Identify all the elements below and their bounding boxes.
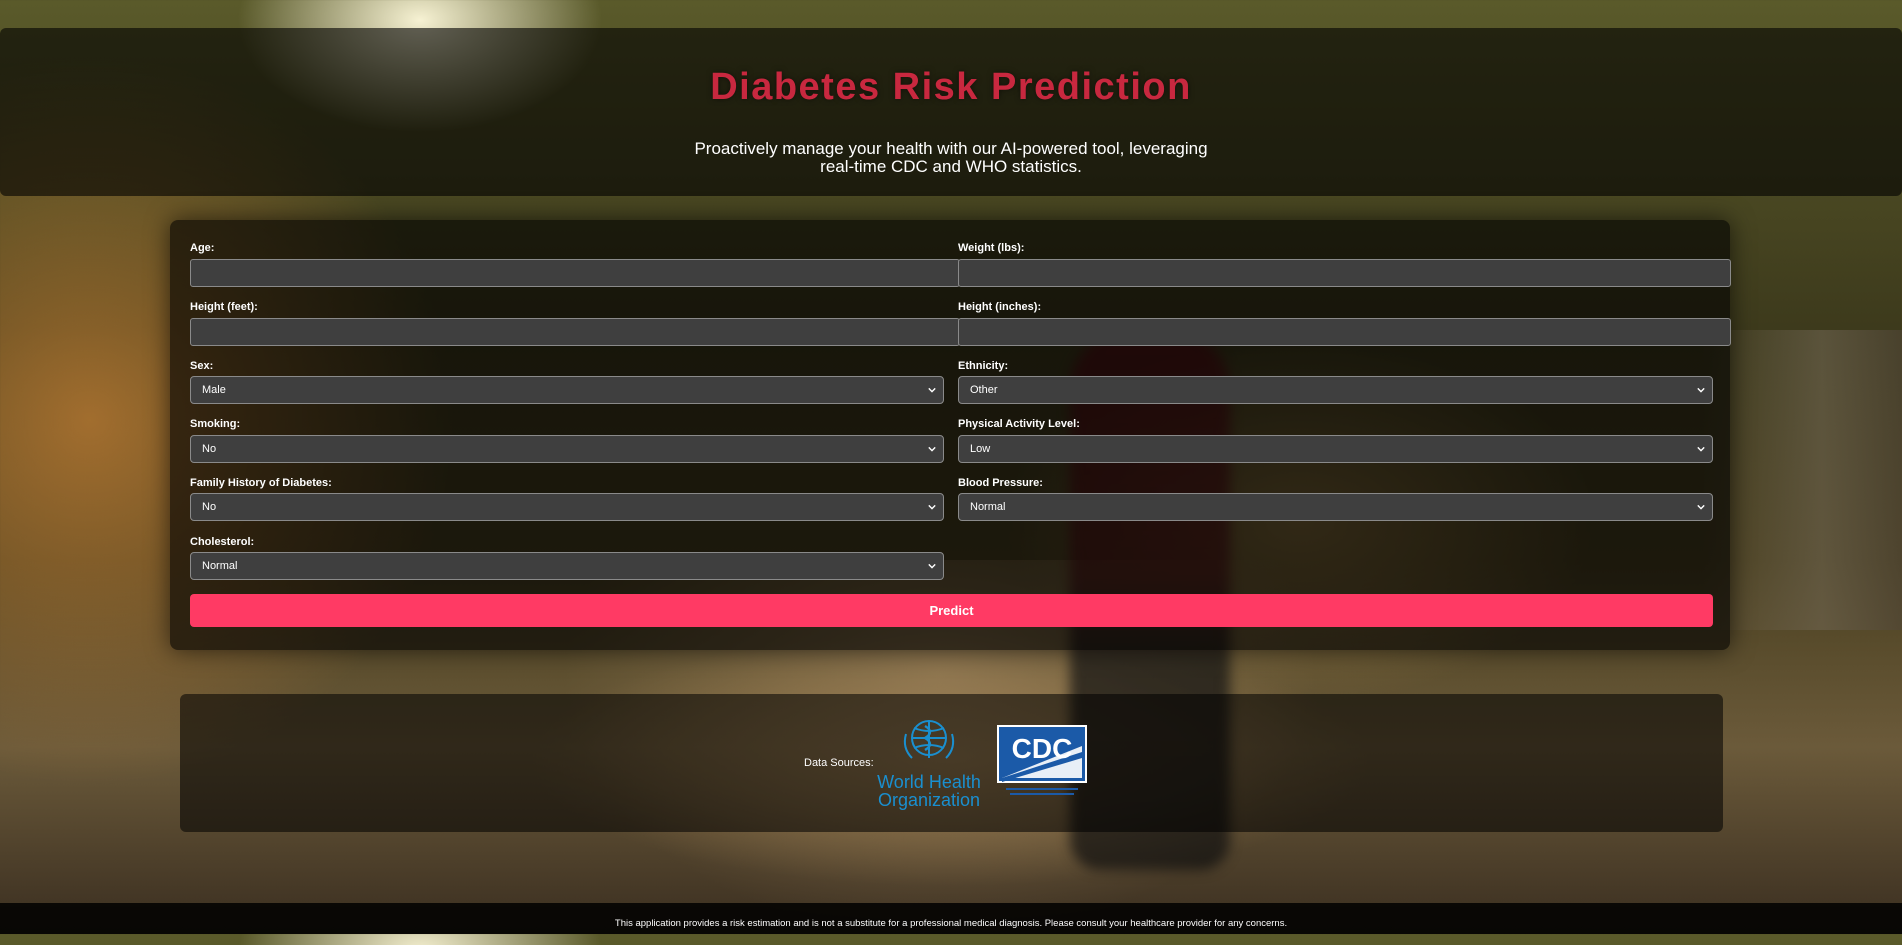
- height-feet-label: Height (feet):: [190, 301, 258, 313]
- height-inches-input[interactable]: [958, 318, 1731, 346]
- cholesterol-select[interactable]: Normal: [190, 552, 944, 580]
- chevron-down-icon: [1697, 446, 1705, 452]
- sex-label: Sex:: [190, 360, 214, 372]
- activity-select[interactable]: Low: [958, 435, 1713, 463]
- smoking-label: Smoking:: [190, 418, 241, 430]
- background-wall: [1702, 330, 1902, 630]
- cholesterol-label: Cholesterol:: [190, 536, 255, 548]
- cdc-logo-text: CDC: [1012, 733, 1073, 764]
- smoking-value: No: [202, 443, 217, 455]
- page-subtitle: Proactively manage your health with our …: [694, 139, 1208, 176]
- page-header: Diabetes Risk Prediction Proactively man…: [0, 28, 1902, 196]
- age-label: Age:: [190, 242, 215, 254]
- chevron-down-icon: [1697, 387, 1705, 393]
- data-sources-label: Data Sources:: [804, 757, 874, 769]
- activity-value: Low: [970, 443, 991, 455]
- chevron-down-icon: [928, 563, 936, 569]
- weight-input[interactable]: [958, 259, 1731, 287]
- chevron-down-icon: [928, 387, 936, 393]
- height-feet-input[interactable]: [190, 318, 960, 346]
- family-history-label: Family History of Diabetes:: [190, 477, 332, 489]
- height-inches-label: Height (inches):: [958, 301, 1042, 313]
- sex-select[interactable]: Male: [190, 376, 944, 404]
- disclaimer-text: This application provides a risk estimat…: [614, 918, 1288, 929]
- blood-pressure-value: Normal: [970, 501, 1006, 513]
- chevron-down-icon: [928, 504, 936, 510]
- who-logo: World Health Organization: [877, 720, 981, 810]
- footer-disclaimer: This application provides a risk estimat…: [0, 903, 1902, 934]
- blood-pressure-label: Blood Pressure:: [958, 477, 1043, 489]
- weight-label: Weight (lbs):: [958, 242, 1025, 254]
- who-logo-line2: Organization: [878, 790, 980, 810]
- chevron-down-icon: [928, 446, 936, 452]
- ethnicity-value: Other: [970, 384, 998, 396]
- age-input[interactable]: [190, 259, 960, 287]
- sex-value: Male: [202, 384, 226, 396]
- ethnicity-label: Ethnicity:: [958, 360, 1009, 372]
- activity-label: Physical Activity Level:: [958, 418, 1080, 430]
- family-history-value: No: [202, 501, 217, 513]
- smoking-select[interactable]: No: [190, 435, 944, 463]
- blood-pressure-select[interactable]: Normal: [958, 493, 1713, 521]
- page-title: Diabetes Risk Prediction: [710, 66, 1192, 108]
- family-history-select[interactable]: No: [190, 493, 944, 521]
- chevron-down-icon: [1697, 504, 1705, 510]
- ethnicity-select[interactable]: Other: [958, 376, 1713, 404]
- predict-button[interactable]: Predict: [190, 594, 1713, 627]
- who-logo-line1: World Health: [877, 772, 981, 792]
- cdc-logo: CDC: [997, 725, 1087, 795]
- cholesterol-value: Normal: [202, 560, 238, 572]
